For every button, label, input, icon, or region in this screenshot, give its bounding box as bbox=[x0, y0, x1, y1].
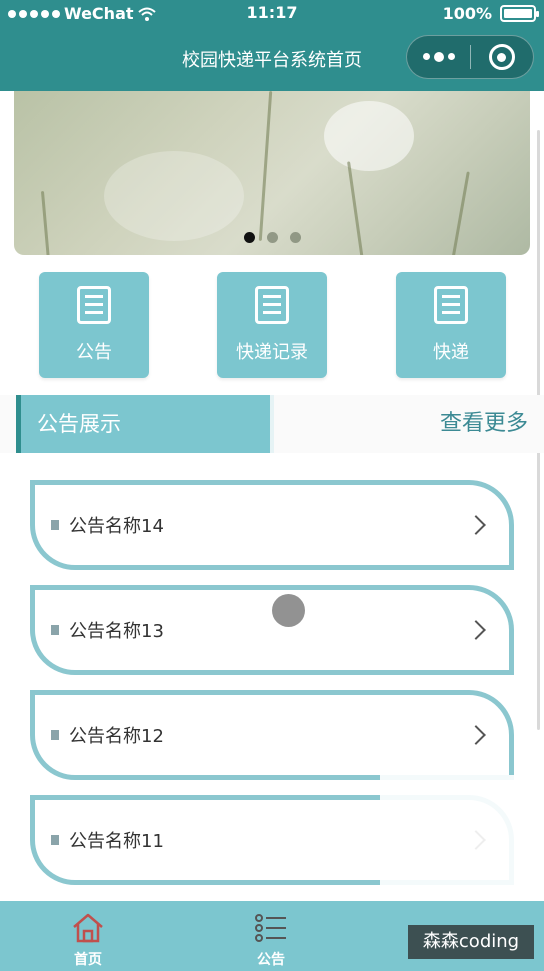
close-icon bbox=[488, 44, 515, 70]
banner-image-stem bbox=[258, 91, 273, 241]
notice-title: 公告名称14 bbox=[69, 516, 164, 537]
chevron-right-icon bbox=[466, 725, 486, 745]
miniprogram-capsule bbox=[406, 35, 534, 79]
record-icon bbox=[255, 286, 289, 324]
banner-image-detail bbox=[104, 151, 244, 241]
bullet-icon bbox=[51, 520, 59, 530]
top-bar: WeChat 11:17 100% 校园快递平台系统首页 bbox=[0, 0, 544, 91]
view-more-link[interactable]: 查看更多 bbox=[440, 395, 528, 453]
banner-dot[interactable] bbox=[289, 232, 301, 243]
menu-express-record-button[interactable]: 快递记录 bbox=[217, 272, 327, 378]
touch-indicator bbox=[272, 594, 305, 627]
tab-label: 首页 bbox=[74, 952, 102, 968]
battery-icon bbox=[500, 5, 539, 22]
express-icon bbox=[434, 286, 468, 324]
menu-express-button[interactable]: 快递 bbox=[396, 272, 506, 378]
more-menu-button[interactable] bbox=[407, 51, 470, 62]
chevron-right-icon bbox=[466, 620, 486, 640]
battery-area: 100% bbox=[442, 4, 539, 23]
menu-label: 公告 bbox=[76, 342, 112, 363]
watermark-text: 森森coding bbox=[408, 925, 534, 959]
notice-list-item[interactable]: 公告名称12 bbox=[30, 690, 514, 780]
bullet-icon bbox=[51, 625, 59, 635]
bullet-icon bbox=[51, 730, 59, 740]
menu-label: 快递记录 bbox=[236, 342, 308, 363]
battery-percent: 100% bbox=[442, 4, 492, 23]
section-title: 公告展示 bbox=[16, 395, 274, 453]
status-bar: WeChat 11:17 100% bbox=[0, 0, 544, 30]
chevron-right-icon bbox=[466, 515, 486, 535]
tab-notice[interactable]: 公告 bbox=[211, 901, 331, 971]
tab-label: 公告 bbox=[257, 952, 285, 968]
notice-title: 公告名称12 bbox=[69, 726, 164, 747]
banner-indicator bbox=[14, 232, 530, 243]
menu-notice-button[interactable]: 公告 bbox=[39, 272, 149, 378]
list-icon bbox=[255, 914, 286, 942]
banner-dot[interactable] bbox=[266, 232, 278, 243]
banner-dot[interactable] bbox=[243, 232, 255, 243]
notice-list-item[interactable]: 公告名称13 bbox=[30, 585, 514, 675]
notice-section-header: 公告展示 查看更多 bbox=[0, 395, 544, 453]
notice-title: 公告名称13 bbox=[69, 621, 164, 642]
close-button[interactable] bbox=[471, 44, 533, 70]
notice-list-item[interactable]: 公告名称14 bbox=[30, 480, 514, 570]
tab-home[interactable]: 首页 bbox=[28, 901, 148, 971]
banner-image-flower bbox=[324, 101, 414, 171]
menu-label: 快递 bbox=[433, 342, 469, 363]
home-icon bbox=[73, 913, 103, 943]
bullet-icon bbox=[51, 835, 59, 845]
banner-image-stem bbox=[40, 191, 51, 255]
watermark-overlay bbox=[380, 775, 544, 901]
banner-carousel[interactable] bbox=[14, 91, 530, 255]
notice-icon bbox=[77, 286, 111, 324]
